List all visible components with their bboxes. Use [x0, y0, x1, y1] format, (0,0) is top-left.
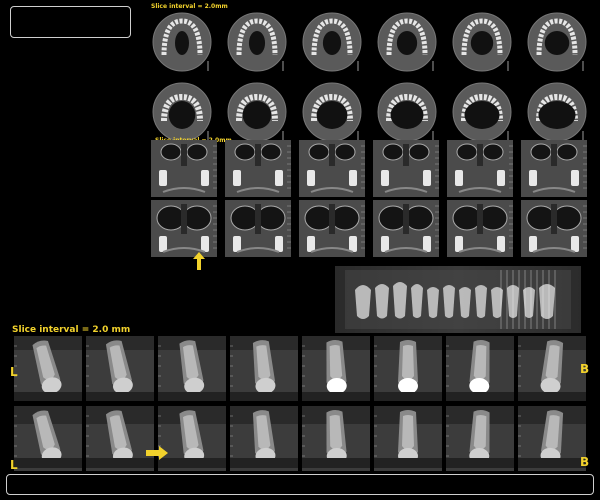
arrow-right-icon [146, 446, 168, 460]
sagittal-slice [230, 336, 298, 401]
sagittal-slice [518, 336, 586, 401]
sagittal-slice [14, 406, 82, 471]
sagittal-slice [230, 406, 298, 471]
axial-slice [525, 11, 589, 74]
right-marker-bottom: B [580, 455, 590, 469]
sagittal-slice [302, 406, 370, 471]
sagittal-slice [374, 406, 442, 471]
sagittal-slice [446, 336, 514, 401]
coronal-slice [447, 200, 513, 257]
left-marker-top: L [10, 365, 18, 379]
coronal-slice [225, 200, 291, 257]
axial-slice [525, 81, 589, 144]
coronal-slice [373, 200, 439, 257]
sagittal-slice [518, 406, 586, 471]
sagittal-slice [86, 336, 154, 401]
sagittal-slice [446, 406, 514, 471]
coronal-slice [447, 140, 513, 197]
coronal-slice [151, 140, 217, 197]
sagittal-slice [14, 336, 82, 401]
coronal-slice [373, 140, 439, 197]
axial-slice [375, 81, 439, 144]
top-left-empty-box [10, 6, 131, 38]
axial-slice [450, 11, 514, 74]
axial-slice [150, 81, 214, 144]
sagittal-slice [158, 406, 226, 471]
sagittal-slice [302, 336, 370, 401]
coronal-slice [299, 140, 365, 197]
arrow-up-icon [193, 252, 205, 270]
sagittal-slice [374, 336, 442, 401]
axial-slice [225, 81, 289, 144]
coronal-slice [225, 140, 291, 197]
sagittal-slice-interval-label: Slice interval = 2.0 mm [12, 325, 131, 335]
axial-slice-interval-label: Slice interval = 2.0mm [151, 3, 228, 10]
axial-slice [300, 11, 364, 74]
coronal-slice [521, 200, 587, 257]
sagittal-slice [158, 336, 226, 401]
axial-slice [450, 81, 514, 144]
axial-slice [150, 11, 214, 74]
bottom-empty-bar [6, 474, 594, 495]
sagittal-slice [86, 406, 154, 471]
right-marker-top: B [580, 362, 590, 376]
coronal-slice [521, 140, 587, 197]
axial-slice [225, 11, 289, 74]
axial-slice [300, 81, 364, 144]
coronal-slice [299, 200, 365, 257]
coronal-slice [151, 200, 217, 257]
panoramic-view [335, 266, 581, 333]
axial-slice [375, 11, 439, 74]
left-marker-bottom: L [10, 458, 18, 472]
